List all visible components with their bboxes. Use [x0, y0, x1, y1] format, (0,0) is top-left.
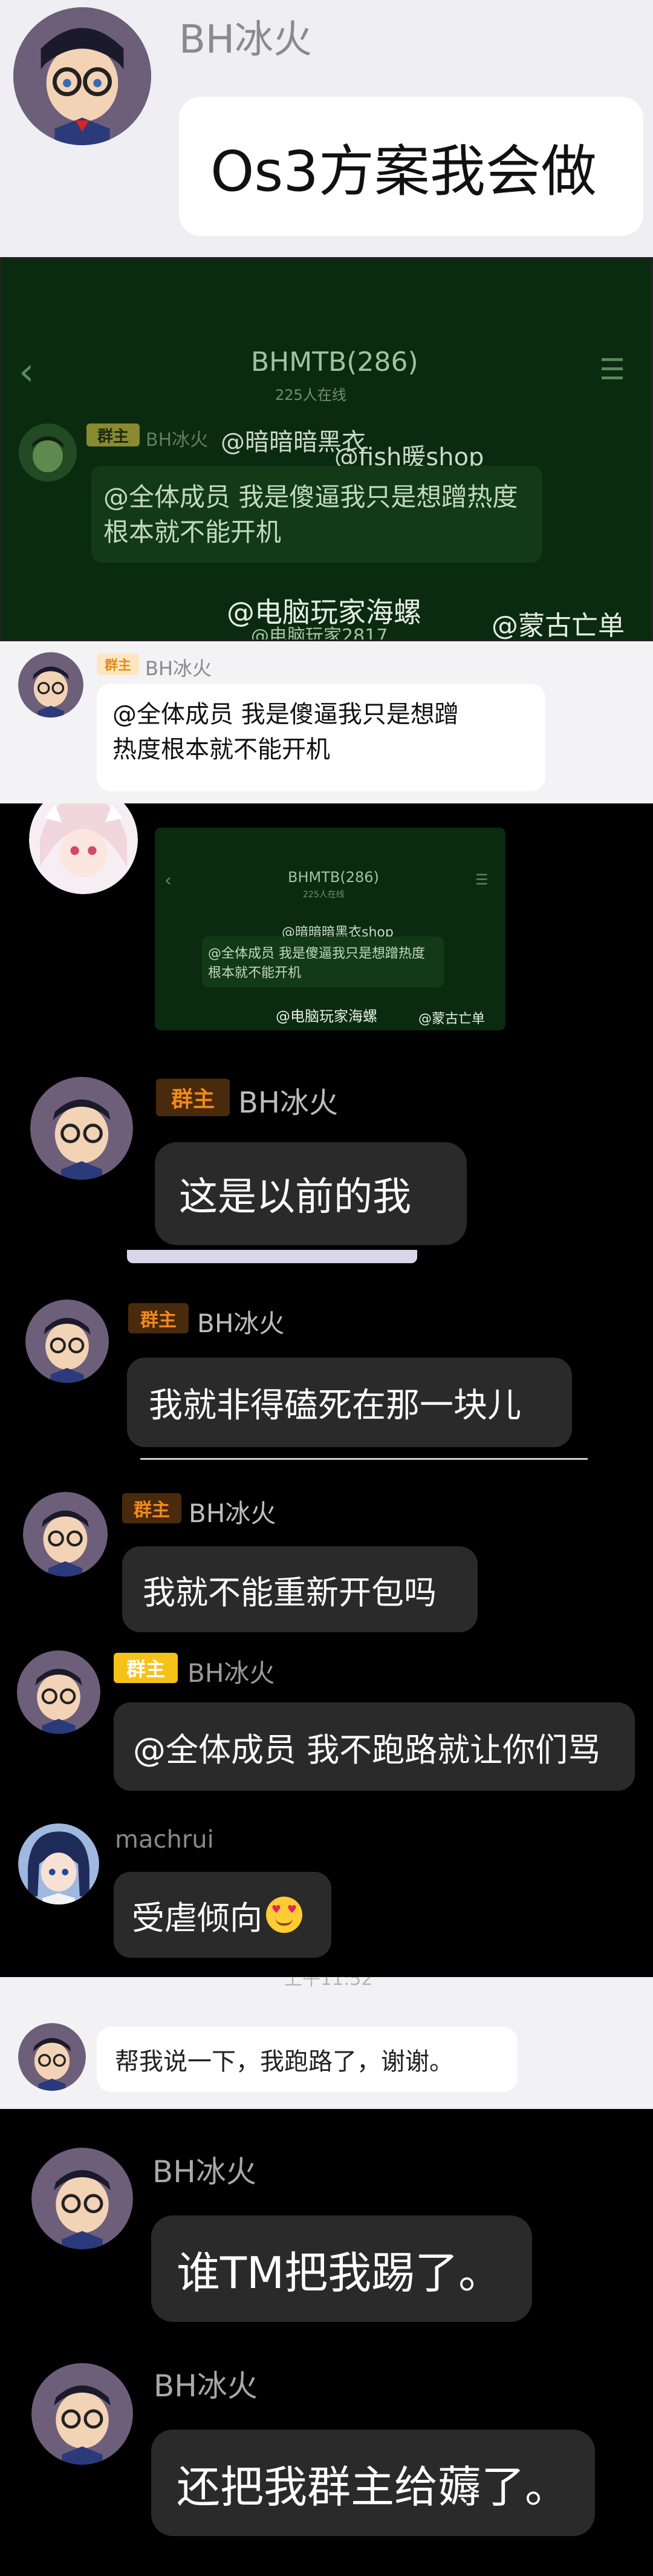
thumb-msg2: 根本就不能开机: [208, 966, 302, 981]
sender-name: BH冰火: [189, 1499, 276, 1528]
avatar-anime-girl-icon[interactable]: [29, 803, 138, 894]
message-text: 帮我说一下，我跑路了，谢谢。: [115, 2048, 453, 2076]
thumb-title: BHMTB(286): [288, 869, 379, 886]
message-text: 还把我群主给薅了。: [177, 2461, 569, 2512]
thumb-msg1: @全体成员 我是傻逼我只是想蹭热度: [208, 946, 425, 961]
avatar-conan-icon: [19, 423, 77, 482]
owner-badge: 群主: [114, 1653, 178, 1683]
section-2: 群主 BH冰火 @全体成员 我是傻逼我只是想蹭 热度根本就不能开机: [0, 641, 653, 803]
message-text: 这是以前的我: [179, 1175, 411, 1220]
image-strip: [127, 1250, 417, 1263]
thumb-online: 225人在线: [303, 890, 345, 900]
owner-badge: 群主: [128, 1303, 189, 1333]
thumb-bottom2: @蒙古亡单: [418, 1012, 486, 1027]
heart-eyes-emoji: ♥ ♥: [266, 1897, 302, 1933]
embedded-message-line2: 根本就不能开机: [103, 517, 282, 547]
avatar-conan-icon[interactable]: [17, 1650, 100, 1734]
owner-badge: 群主: [86, 423, 140, 446]
sender-name: BH冰火: [145, 657, 212, 680]
avatar-conan-icon[interactable]: [18, 2023, 86, 2091]
timestamp-partial: 上午11:52: [284, 1977, 373, 1990]
bottom-mention-2: @蒙古亡单: [492, 610, 625, 641]
section-4: 上午11:52 帮我说一下，我跑路了，谢谢。: [0, 1977, 653, 2109]
back-chevron-icon[interactable]: ‹: [19, 350, 34, 394]
message-bubble[interactable]: 帮我说一下，我跑路了，谢谢。: [97, 2027, 518, 2092]
section-5: BH冰火 谁TM把我踢了。 BH冰火 还把我群主给薅了。: [0, 2109, 653, 2576]
embedded-screenshot: ‹ BHMTB(286) 225人在线 ☰ 群主 BH冰火 @暗暗暗黑衣 @fi…: [0, 257, 653, 641]
message-text: Os3方案我会做: [210, 139, 597, 204]
owner-badge: 群主: [156, 1079, 230, 1116]
embedded-message-line1: @全体成员 我是傻逼我只是想蹭热度: [103, 482, 518, 512]
sender-name: BH冰火: [187, 1658, 275, 1688]
message-bubble[interactable]: @全体成员 我不跑路就让你们骂: [114, 1702, 635, 1791]
thumbnail-screenshot[interactable]: ‹ BHMTB(286) 225人在线 ☰ @暗暗暗黑衣shop @全体成员 我…: [155, 828, 505, 1030]
avatar-conan-icon[interactable]: [31, 2363, 133, 2465]
message-bubble[interactable]: 谁TM把我踢了。: [151, 2215, 532, 2322]
message-text: 我就不能重新开包吗: [143, 1573, 437, 1612]
message-text: @全体成员 我不跑路就让你们骂: [133, 1730, 601, 1769]
thumb-bottom1: @电脑玩家海螺: [276, 1008, 377, 1025]
avatar-conan-icon[interactable]: [23, 1492, 108, 1577]
owner-badge: 群主: [122, 1493, 181, 1523]
message-bubble[interactable]: @全体成员 我是傻逼我只是想蹭 热度根本就不能开机: [97, 684, 545, 791]
avatar-conan-icon[interactable]: [18, 652, 83, 718]
sender-name: BH冰火: [197, 1309, 285, 1338]
message-text: 受虐倾向: [132, 1898, 262, 1937]
menu-icon[interactable]: ☰: [599, 353, 625, 387]
bottom-mention-1-sub: @电脑玩家2817: [251, 626, 388, 641]
owner-badge: 群主: [97, 653, 139, 675]
message-text: 我就非得磕死在那一块儿: [149, 1385, 521, 1425]
message-bubble[interactable]: Os3方案我会做: [179, 97, 643, 236]
avatar-conan-icon[interactable]: [30, 1077, 133, 1180]
message-bubble[interactable]: 这是以前的我: [155, 1142, 467, 1245]
divider: [140, 1458, 588, 1460]
avatar-conan-icon[interactable]: [25, 1299, 109, 1383]
avatar-conan-icon[interactable]: [13, 7, 151, 145]
sender-name: BH冰火: [179, 18, 313, 62]
online-count: 225人在线: [275, 387, 346, 404]
back-chevron-icon: ‹: [164, 870, 172, 891]
menu-icon: ☰: [475, 871, 489, 888]
message-bubble[interactable]: 还把我群主给薅了。: [151, 2430, 595, 2536]
message-line2: 热度根本就不能开机: [112, 736, 330, 763]
message-bubble[interactable]: 我就不能重新开包吗: [122, 1546, 478, 1632]
sender-name: BH冰火: [238, 1086, 339, 1120]
message-bubble[interactable]: 受虐倾向 ♥ ♥: [114, 1872, 331, 1958]
avatar-conan-icon[interactable]: [31, 2148, 133, 2249]
avatar-machrui-icon[interactable]: [18, 1823, 99, 1904]
section-1: BH冰火 Os3方案我会做: [0, 0, 653, 257]
message-line1: @全体成员 我是傻逼我只是想蹭: [112, 701, 459, 728]
group-title: BHMTB(286): [251, 347, 418, 378]
sender-name: BH冰火: [154, 2368, 258, 2404]
section-3: ‹ BHMTB(286) 225人在线 ☰ @暗暗暗黑衣shop @全体成员 我…: [0, 803, 653, 1977]
message-bubble[interactable]: 我就非得磕死在那一块儿: [127, 1358, 572, 1447]
sender-name: machrui: [115, 1826, 214, 1854]
message-text: 谁TM把我踢了。: [177, 2247, 502, 2298]
sender-name: BH冰火: [152, 2154, 256, 2189]
sender-name: BH冰火: [146, 430, 209, 451]
